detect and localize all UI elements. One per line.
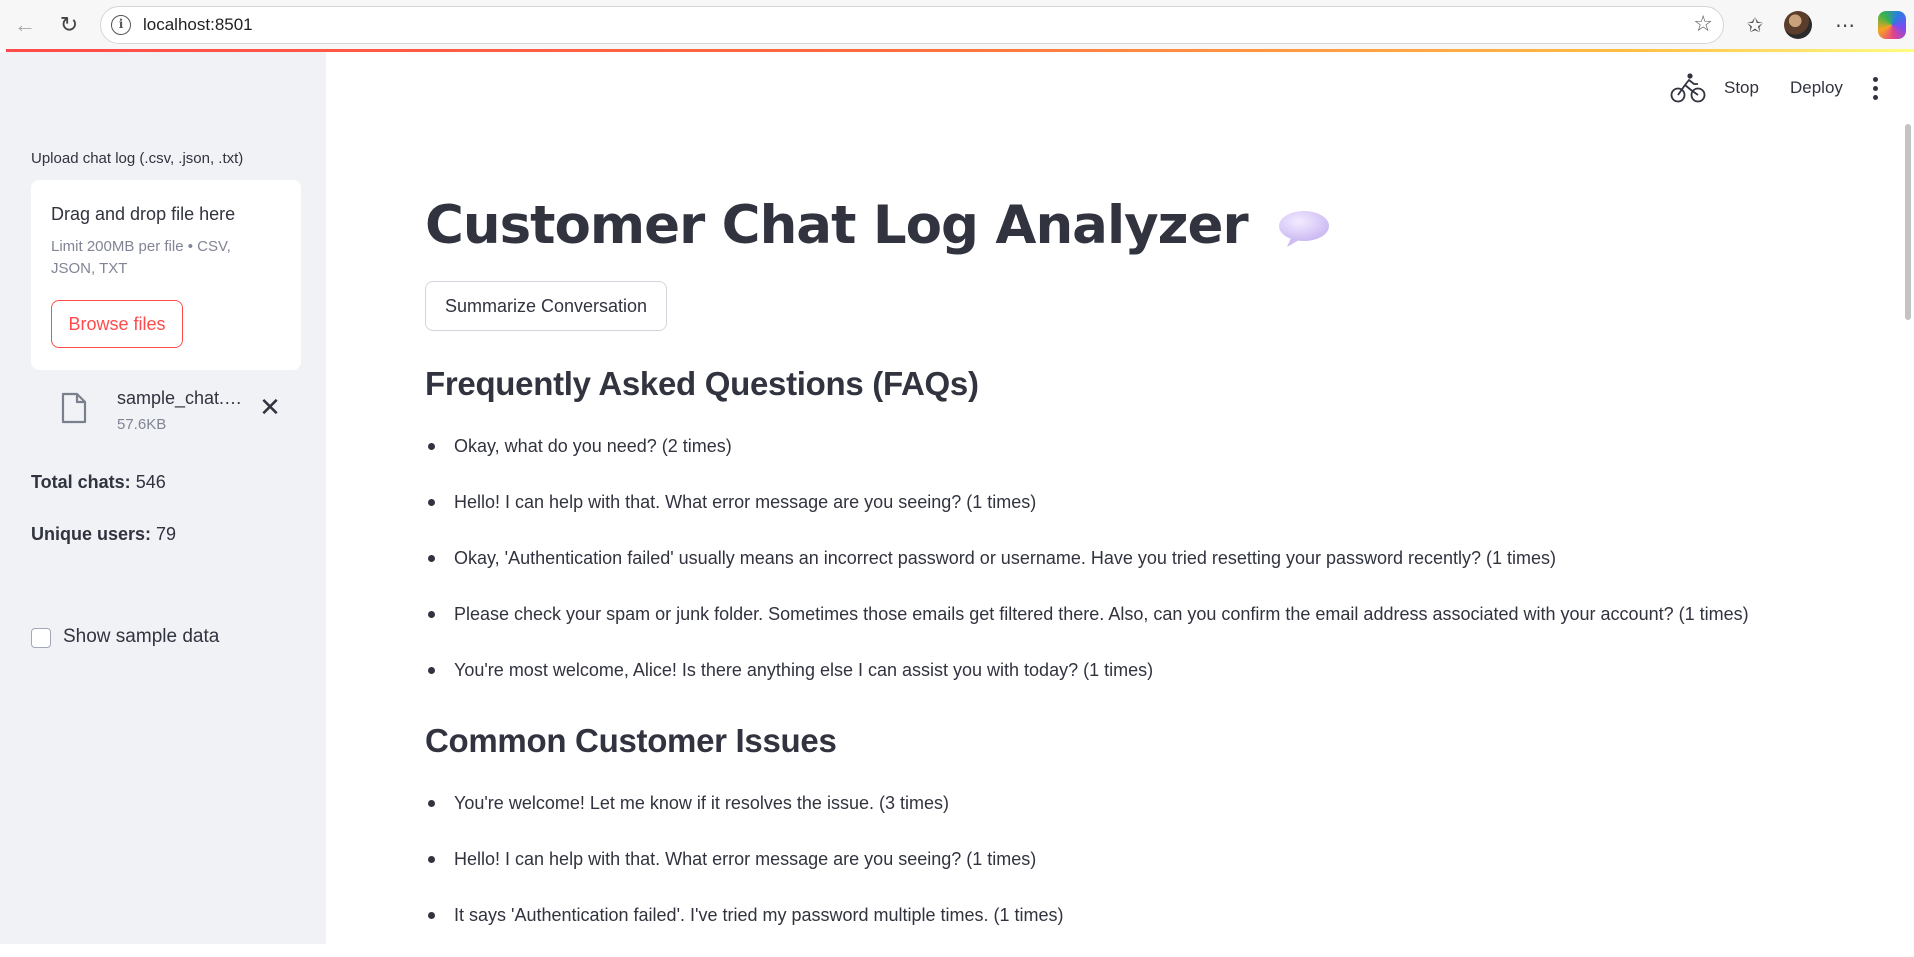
upload-label: Upload chat log (.csv, .json, .txt) (31, 150, 244, 167)
stat-total-chats: Total chats: 546 (31, 472, 166, 493)
show-sample-checkbox[interactable] (31, 628, 51, 648)
list-item: Hello! I can help with that. What error … (425, 488, 1885, 544)
page-scrollbar[interactable] (1902, 122, 1914, 944)
issues-heading: Common Customer Issues (425, 722, 837, 759)
uploaded-file: sample_chat.… 57.6KB ✕ (31, 382, 301, 442)
copilot-icon[interactable] (1878, 11, 1906, 39)
browse-files-button[interactable]: Browse files (51, 300, 183, 348)
list-item: You're welcome! Let me know if it resolv… (425, 789, 1885, 845)
more-icon[interactable]: ⋯ (1830, 10, 1860, 40)
list-item: Okay, 'Authentication failed' usually me… (425, 544, 1885, 600)
stat-unique-users: Unique users: 79 (31, 524, 176, 545)
url-text[interactable]: localhost:8501 (143, 15, 253, 35)
show-sample-label[interactable]: Show sample data (63, 626, 219, 648)
summarize-conversation-button[interactable]: Summarize Conversation (425, 281, 667, 331)
back-arrow-icon[interactable]: ← (10, 10, 40, 40)
stat-label: Unique users: (31, 524, 152, 544)
faq-heading: Frequently Asked Questions (FAQs) (425, 365, 979, 402)
address-bar[interactable]: i localhost:8501 ☆ (100, 6, 1724, 44)
issues-list: You're welcome! Let me know if it resolv… (425, 789, 1885, 957)
file-name: sample_chat.… (117, 388, 243, 408)
file-size: 57.6KB (117, 416, 167, 433)
browser-toolbar: ← ↻ i localhost:8501 ☆ ✩ ⋯ (0, 0, 1914, 50)
file-dropzone[interactable]: Drag and drop file here Limit 200MB per … (31, 180, 301, 370)
dropzone-title: Drag and drop file here (51, 204, 236, 224)
stat-value: 79 (156, 524, 177, 544)
list-item: Please check your spam or junk folder. S… (425, 600, 1885, 656)
page-title: Customer Chat Log Analyzer (425, 195, 1331, 256)
favorites-icon[interactable]: ✩ (1740, 10, 1770, 40)
site-info-icon[interactable]: i (111, 15, 131, 35)
list-item: It says 'Authentication failed'. I've tr… (425, 901, 1885, 957)
stat-label: Total chats: (31, 472, 131, 492)
speech-bubble-icon (1279, 211, 1330, 248)
file-icon (61, 392, 87, 424)
scrollbar-thumb[interactable] (1905, 124, 1911, 320)
dropzone-limit: Limit 200MB per file • CSV, JSON, TXT (51, 238, 231, 277)
faq-list: Okay, what do you need? (2 times) Hello!… (425, 432, 1885, 712)
sidebar: Upload chat log (.csv, .json, .txt) Drag… (0, 52, 326, 944)
list-item: Okay, what do you need? (2 times) (425, 432, 1885, 488)
list-item: Hello! I can help with that. What error … (425, 845, 1885, 901)
main-content: Customer Chat Log Analyzer Summarize Con… (425, 52, 1885, 944)
page-title-text: Customer Chat Log Analyzer (425, 195, 1249, 256)
stat-value: 546 (135, 472, 166, 492)
star-icon[interactable]: ☆ (1693, 11, 1713, 37)
profile-avatar[interactable] (1784, 11, 1812, 39)
close-icon[interactable]: ✕ (255, 392, 285, 422)
list-item: You're most welcome, Alice! Is there any… (425, 656, 1885, 712)
reload-icon[interactable]: ↻ (54, 10, 84, 40)
